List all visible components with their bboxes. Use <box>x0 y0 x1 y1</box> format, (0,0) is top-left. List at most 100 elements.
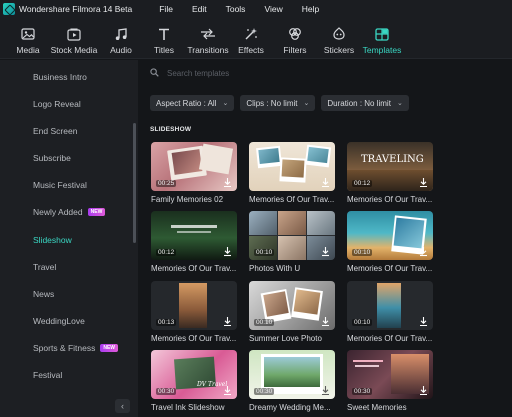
duration-label: 00:10 <box>352 319 373 326</box>
download-icon[interactable] <box>222 177 233 188</box>
sidebar-item-slideshow[interactable]: Slideshow <box>33 235 72 245</box>
photo <box>307 146 329 164</box>
sidebar: Business Intro Logo Reveal End Screen Su… <box>0 60 138 417</box>
sidebar-item-label: Newly Added <box>33 207 83 217</box>
template-thumbnail[interactable]: DV Travel 00:30 <box>151 350 237 399</box>
sidebar-item-label: Logo Reveal <box>33 99 81 109</box>
aspect-ratio-label: Aspect Ratio : All <box>156 98 217 108</box>
download-icon[interactable] <box>320 385 331 396</box>
template-card[interactable]: 00:10 Summer Love Photo <box>249 281 335 343</box>
tab-templates[interactable]: Templates <box>362 22 402 56</box>
download-icon[interactable] <box>222 385 233 396</box>
template-thumbnail[interactable]: 00:10 <box>347 211 433 260</box>
template-card[interactable]: DV Travel 00:30 Travel Ink Slideshow <box>151 350 237 412</box>
tab-stickers[interactable]: Stickers <box>324 22 354 56</box>
search-input[interactable]: Search templates <box>167 69 229 78</box>
template-thumbnail[interactable]: 00:10 <box>249 211 335 260</box>
download-icon[interactable] <box>418 316 429 327</box>
template-thumbnail[interactable]: 00:30 <box>249 350 335 399</box>
sidebar-item-label: News <box>33 289 55 299</box>
template-card[interactable]: 00:30 Sweet Memories <box>347 350 433 412</box>
sidebar-item-travel[interactable]: Travel <box>33 262 56 272</box>
template-thumbnail[interactable]: 00:10 <box>347 281 433 330</box>
template-title: Summer Love Photo <box>249 334 322 343</box>
sidebar-item-news[interactable]: News <box>33 289 54 299</box>
download-icon[interactable] <box>222 246 233 257</box>
sidebar-item-subscribe[interactable]: Subscribe <box>33 153 71 163</box>
photo <box>377 283 401 328</box>
sidebar-item-end-screen[interactable]: End Screen <box>33 126 77 136</box>
template-card[interactable]: 00:12 Memories Of Our Trav... <box>151 211 237 273</box>
menu-help[interactable]: Help <box>302 4 319 14</box>
download-icon[interactable] <box>418 246 429 257</box>
new-badge: NEW <box>100 344 119 352</box>
tab-media-label: Media <box>16 45 40 55</box>
tab-effects[interactable]: Effects <box>237 22 265 56</box>
tab-transitions[interactable]: Transitions <box>187 22 229 56</box>
sidebar-scrollbar[interactable] <box>133 123 136 243</box>
photo <box>393 217 425 249</box>
sidebar-item-business-intro[interactable]: Business Intro <box>33 72 87 82</box>
download-icon[interactable] <box>418 385 429 396</box>
title-line <box>353 360 383 362</box>
template-thumbnail[interactable] <box>249 142 335 191</box>
stickers-icon <box>331 26 347 42</box>
download-icon[interactable] <box>320 316 331 327</box>
filmora-logo-icon <box>3 3 15 15</box>
filters-icon <box>287 26 303 42</box>
title-line <box>177 231 211 233</box>
chevron-down-icon: ⌄ <box>222 100 229 107</box>
sidebar-item-logo-reveal[interactable]: Logo Reveal <box>33 99 81 109</box>
template-thumbnail[interactable]: 00:30 <box>347 350 433 399</box>
tab-media[interactable]: Media <box>14 22 42 56</box>
template-card[interactable]: Memories Of Our Trav... <box>249 142 335 204</box>
duration-dropdown[interactable]: Duration : No limit ⌄ <box>321 95 409 111</box>
title-bar: Wondershare Filmora 14 Beta File Edit To… <box>0 0 512 18</box>
download-icon[interactable] <box>222 316 233 327</box>
menu-file[interactable]: File <box>159 4 173 14</box>
search-box[interactable]: Search templates <box>150 68 229 79</box>
template-thumbnail[interactable]: 00:13 <box>151 281 237 330</box>
sidebar-item-sports-fitness[interactable]: Sports & Fitness NEW <box>33 343 119 353</box>
template-thumbnail[interactable]: 00:10 <box>249 281 335 330</box>
template-thumbnail[interactable]: TRAVELING 00:12 <box>347 142 433 191</box>
duration-label: 00:10 <box>254 249 275 256</box>
template-card[interactable]: 00:30 Dreamy Wedding Me... <box>249 350 335 412</box>
sidebar-item-music-festival[interactable]: Music Festival <box>33 180 87 190</box>
sidebar-item-festival[interactable]: Festival <box>33 370 62 380</box>
menu-edit[interactable]: Edit <box>192 4 207 14</box>
tab-stock-media[interactable]: Stock Media <box>51 22 97 56</box>
template-thumbnail[interactable]: 00:12 <box>151 211 237 260</box>
duration-label: 00:12 <box>352 180 373 187</box>
template-card[interactable]: 00:10 Memories Of Our Trav... <box>347 281 433 343</box>
download-icon[interactable] <box>320 246 331 257</box>
template-card[interactable]: 00:13 Memories Of Our Trav... <box>151 281 237 343</box>
tab-titles[interactable]: Titles <box>152 22 176 56</box>
template-title: Photos With U <box>249 264 301 273</box>
app-title: Wondershare Filmora 14 Beta <box>19 4 133 14</box>
collapse-sidebar-button[interactable]: ‹ <box>115 399 130 413</box>
download-icon[interactable] <box>418 177 429 188</box>
audio-icon <box>113 26 129 42</box>
tab-audio[interactable]: Audio <box>108 22 134 56</box>
tab-titles-label: Titles <box>154 45 174 55</box>
template-card[interactable]: TRAVELING 00:12 Memories Of Our Trav... <box>347 142 433 204</box>
menu-view[interactable]: View <box>264 4 282 14</box>
template-card[interactable]: 00:10 Photos With U <box>249 211 335 273</box>
template-thumbnail[interactable]: 00:25 <box>151 142 237 191</box>
clips-dropdown[interactable]: Clips : No limit ⌄ <box>240 95 316 111</box>
photo <box>171 149 203 175</box>
tab-filters[interactable]: Filters <box>282 22 308 56</box>
template-card[interactable]: 00:10 Memories Of Our Trav... <box>347 211 433 273</box>
search-icon <box>150 68 159 79</box>
download-icon[interactable] <box>320 177 331 188</box>
sidebar-item-newly-added[interactable]: Newly Added NEW <box>33 207 106 217</box>
menu-tools[interactable]: Tools <box>226 4 246 14</box>
menu-bar: File Edit Tools View Help <box>159 4 338 14</box>
sidebar-item-weddinglove[interactable]: WeddingLove <box>33 316 85 326</box>
section-title: SLIDESHOW <box>150 126 192 133</box>
template-card[interactable]: 00:25 Family Memories 02 <box>151 142 237 204</box>
template-title: Travel Ink Slideshow <box>151 403 225 412</box>
aspect-ratio-dropdown[interactable]: Aspect Ratio : All ⌄ <box>150 95 235 111</box>
toolbar: Media Stock Media Audio Titles Transitio… <box>0 18 512 59</box>
